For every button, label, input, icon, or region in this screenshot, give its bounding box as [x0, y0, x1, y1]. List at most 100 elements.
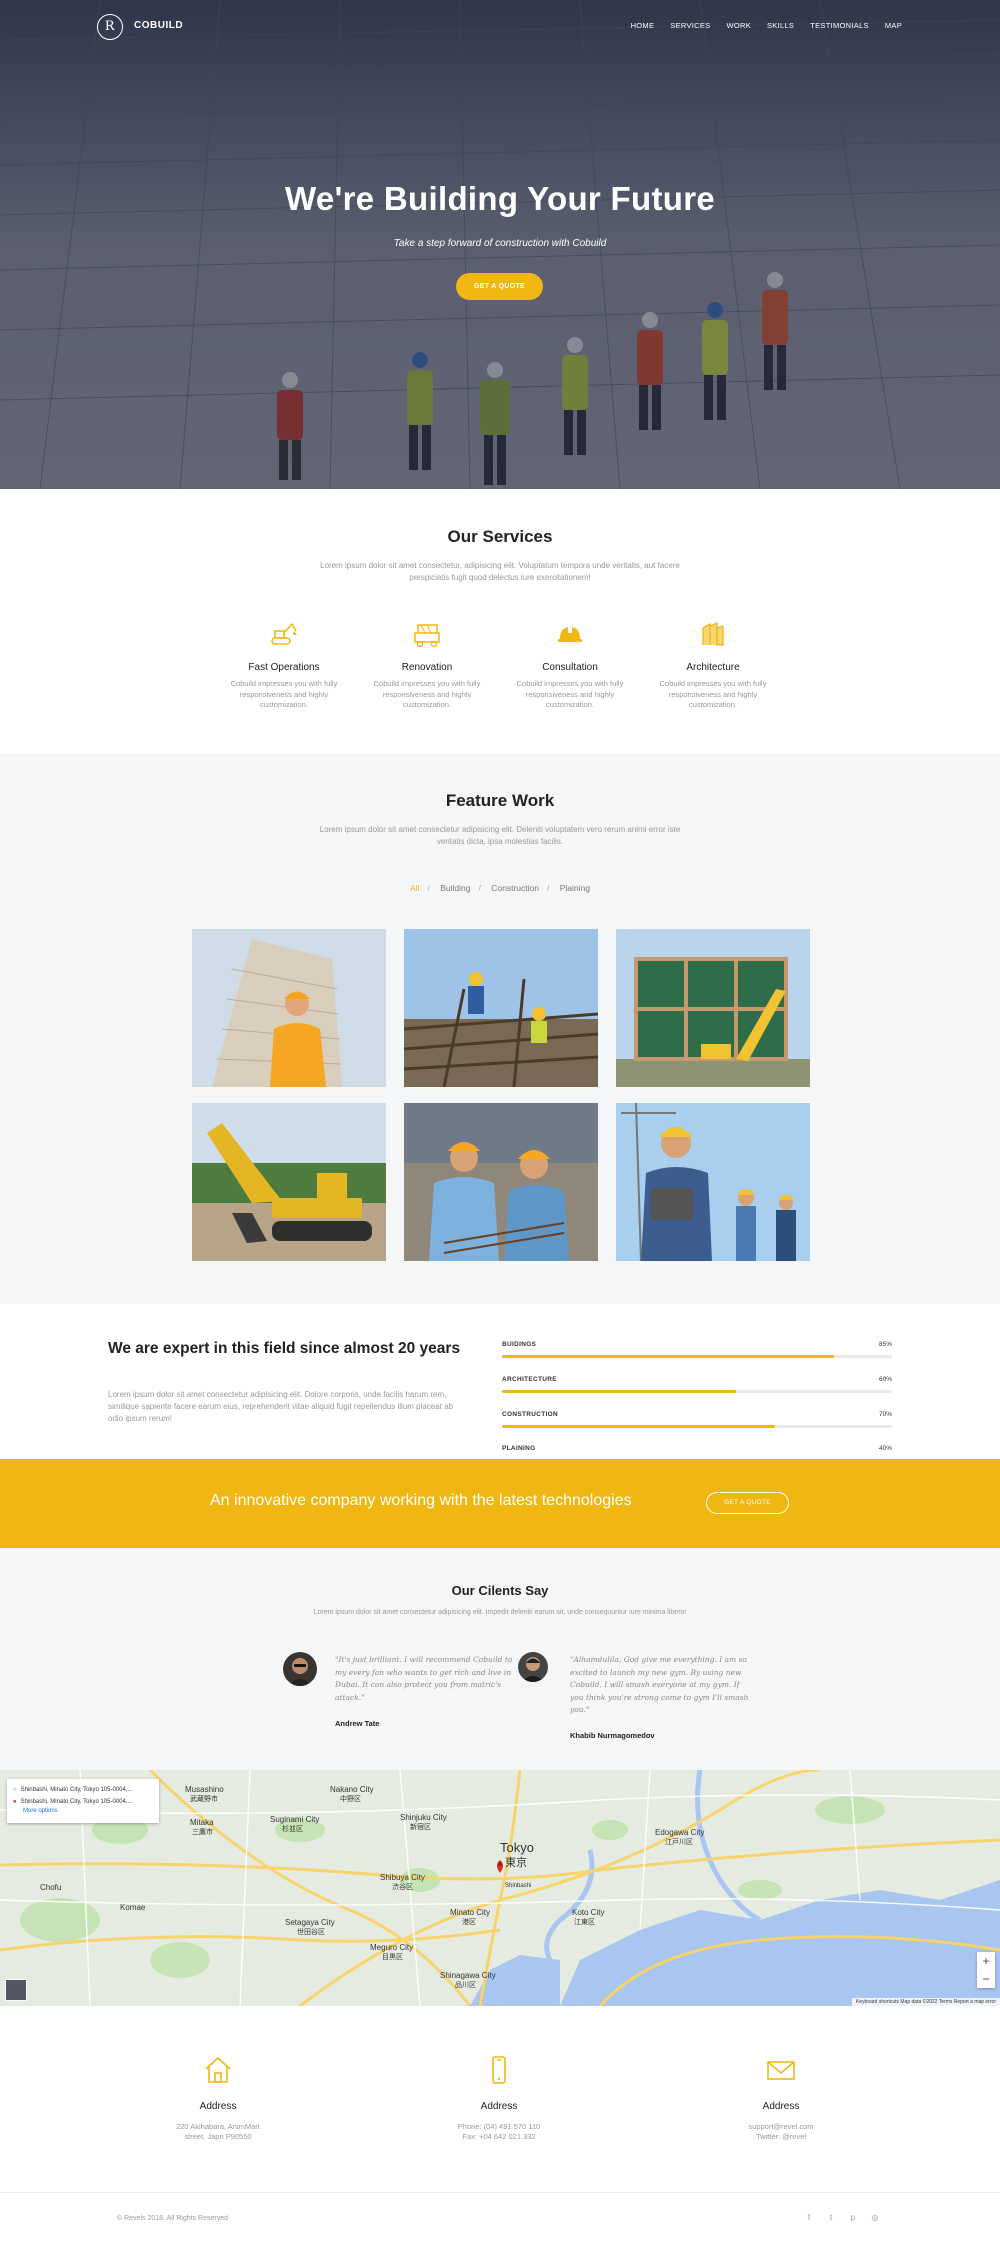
destination-pin-icon: ● — [13, 1799, 17, 1805]
banner-text: An innovative company working with the l… — [210, 1492, 632, 1509]
excavator-icon — [271, 622, 297, 645]
testimonial-author: Khabib Nurmagomedov — [570, 1731, 655, 1740]
nav-item-services[interactable]: SERVICES — [670, 21, 710, 30]
filter-construction[interactable]: Construction — [491, 883, 539, 893]
contact-line: street, Japn P90550 — [184, 2132, 252, 2141]
nav-item-work[interactable]: WORK — [726, 21, 751, 30]
map-directions-card[interactable]: ○ Shinbashi, Minato City, Tokyo 105-0004,… — [7, 1779, 159, 1823]
top-navigation: R COBUILD HOME SERVICES WORK SKILLS TEST… — [0, 14, 1000, 40]
filter-separator: / — [478, 883, 481, 893]
banner-get-quote-button[interactable]: GET A QUOTE — [706, 1492, 789, 1514]
skill-label: CONSTRUCTION — [502, 1411, 558, 1418]
work-photo-tablet-engineers[interactable] — [616, 1103, 810, 1261]
contact-phone-card: Address Phone: (04) 491 570 110 Fax: +04… — [399, 2054, 599, 2142]
service-name: Consultation — [542, 662, 598, 673]
zoom-out-button[interactable]: − — [977, 1970, 995, 1988]
crane-truck-icon — [414, 624, 440, 648]
svg-text:港区: 港区 — [462, 1917, 476, 1926]
hero-section: R COBUILD HOME SERVICES WORK SKILLS TEST… — [0, 0, 1000, 489]
svg-text:目黒区: 目黒区 — [382, 1953, 403, 1961]
work-photo-tower-worker[interactable] — [192, 929, 386, 1087]
work-photo-rebar-workers[interactable] — [404, 1103, 598, 1261]
formwork-workers-image — [404, 929, 598, 1087]
svg-text:Minato City: Minato City — [450, 1908, 490, 1917]
contact-email-card: Address support@revel.com Twitter: @reve… — [681, 2054, 881, 2142]
skill-fill — [502, 1355, 834, 1358]
feature-work-section: Feature Work Lorem ipsum dolor sit amet … — [0, 754, 1000, 1304]
twitter-icon[interactable]: t — [826, 2213, 836, 2222]
home-icon — [205, 2056, 231, 2083]
skill-label: ARCHITECTURE — [502, 1376, 557, 1383]
clients-description: Lorem ipsum dolor sit amet consectetur a… — [313, 1609, 687, 1616]
skill-track — [502, 1425, 892, 1428]
nav-item-testimonials[interactable]: TESTIMONIALS — [810, 21, 869, 30]
hero-title: We're Building Your Future — [285, 180, 715, 217]
service-text: Cobuild impresses you with fully respons… — [659, 679, 767, 709]
map-layer-toggle[interactable] — [5, 1979, 27, 2001]
skill-percent: 60% — [878, 1376, 892, 1383]
map-more-options-link[interactable]: More options — [23, 1808, 153, 1814]
svg-text:Tokyo: Tokyo — [500, 1840, 534, 1855]
filter-plaining[interactable]: Plaining — [560, 883, 590, 893]
work-filter-tabs: All / Building / Construction / Plaining — [0, 883, 1000, 893]
skill-percent: 70% — [878, 1411, 892, 1418]
skill-bar-architecture: ARCHITECTURE 60% — [502, 1376, 892, 1393]
svg-text:Meguro City: Meguro City — [370, 1943, 413, 1952]
svg-text:東京: 東京 — [505, 1855, 527, 1869]
services-description: Lorem ipsum dolor sit amet consectetur, … — [320, 561, 680, 582]
testimonial-quote: "It's just brilliant. I will recommend C… — [335, 1655, 513, 1702]
contact-address-card: Address 220 Akihabara, AnimMart street, … — [118, 2054, 318, 2142]
instagram-icon[interactable]: ◎ — [870, 2213, 880, 2222]
pinterest-icon[interactable]: p — [848, 2213, 858, 2222]
svg-text:Shinjuku City: Shinjuku City — [400, 1813, 447, 1822]
work-gallery — [192, 929, 810, 1265]
nav-item-skills[interactable]: SKILLS — [767, 21, 794, 30]
feature-title: Feature Work — [445, 791, 555, 810]
contact-section: Address 220 Akihabara, AnimMart street, … — [0, 2006, 1000, 2192]
skill-label: BUIDINGS — [502, 1341, 537, 1348]
nav-item-home[interactable]: HOME — [631, 21, 655, 30]
testimonial-quote: "Alhamdulila, God give me everything. I … — [570, 1655, 749, 1714]
svg-text:Suginami City: Suginami City — [270, 1815, 319, 1824]
facebook-icon[interactable]: f — [804, 2213, 814, 2222]
avatar — [518, 1652, 548, 1682]
skill-fill — [502, 1390, 736, 1393]
map-attribution[interactable]: Keyboard shortcuts Map data ©2022 Terms … — [851, 1998, 1000, 2006]
filter-building[interactable]: Building — [440, 883, 470, 893]
contact-title: Address — [199, 2101, 237, 2112]
building-icon — [702, 622, 724, 646]
page-footer: © Revels 2018. All Rights Reserved f t p… — [0, 2192, 1000, 2247]
testimonials-section: Our Cilents Say Lorem ipsum dolor sit am… — [0, 1548, 1000, 1770]
map-destination: Shinbashi, Minato City, Tokyo 105-0004,.… — [20, 1799, 133, 1805]
skill-bar-buidings: BUIDINGS 85% — [502, 1341, 892, 1358]
skill-bar-construction: CONSTRUCTION 70% — [502, 1411, 892, 1428]
svg-text:Shibuya City: Shibuya City — [380, 1873, 425, 1882]
contact-line: Phone: (04) 491 570 110 — [457, 2122, 541, 2131]
skill-track — [502, 1390, 892, 1393]
work-photo-formwork-workers[interactable] — [404, 929, 598, 1087]
contact-line[interactable]: support@revel.com — [681, 2122, 881, 2132]
svg-text:杉並区: 杉並区 — [282, 1824, 303, 1833]
hero-get-quote-button[interactable]: GET A QUOTE — [456, 273, 543, 300]
tower-worker-image — [192, 929, 386, 1087]
zoom-in-button[interactable]: + — [977, 1952, 995, 1970]
svg-text:品川区: 品川区 — [455, 1981, 476, 1989]
logo-mark[interactable]: R — [97, 14, 123, 40]
skill-percent: 85% — [878, 1341, 892, 1348]
filter-all[interactable]: All — [410, 883, 419, 893]
nav-item-map[interactable]: MAP — [885, 21, 902, 30]
service-text: Cobuild impresses you with fully respons… — [373, 679, 481, 709]
service-card-consultation: Consultation Cobuild impresses you with … — [515, 619, 625, 711]
logo-text[interactable]: COBUILD — [134, 20, 183, 31]
service-card-fast-operations: Fast Operations Cobuild impresses you wi… — [229, 619, 339, 711]
svg-text:武蔵野市: 武蔵野市 — [190, 1794, 218, 1803]
frame-building-image — [616, 929, 810, 1087]
skill-track — [502, 1355, 892, 1358]
svg-text:新宿区: 新宿区 — [410, 1822, 431, 1831]
svg-text:渋谷区: 渋谷区 — [392, 1882, 413, 1891]
work-photo-excavator[interactable] — [192, 1103, 386, 1261]
work-photo-frame-building[interactable] — [616, 929, 810, 1087]
contact-line[interactable]: Twitter: @revel — [681, 2132, 881, 2142]
skill-bar-plaining: PLAINING 40% — [502, 1445, 892, 1452]
map-section[interactable]: Nakano City 中野区 Shinjuku City 新宿区 Suginami… — [0, 1770, 1000, 2006]
